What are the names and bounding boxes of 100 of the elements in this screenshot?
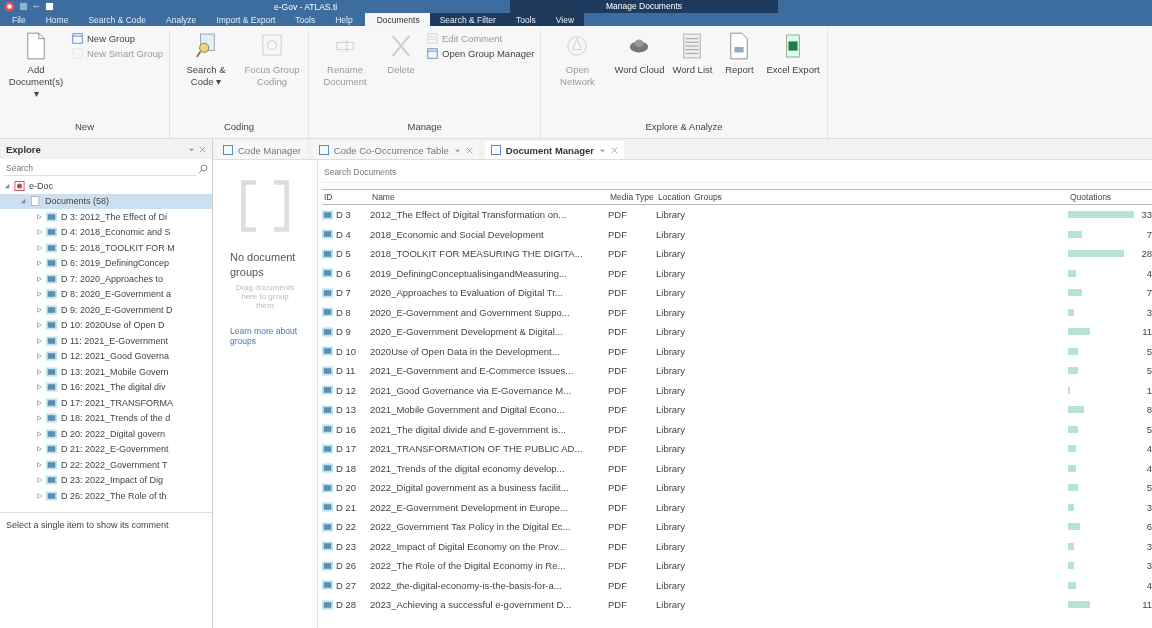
tree-item[interactable]: D 20: 2022_Digital govern bbox=[61, 428, 166, 439]
expand-arrow-icon[interactable] bbox=[36, 337, 42, 344]
expand-arrow-icon[interactable] bbox=[36, 244, 42, 251]
collapse-arrow-icon[interactable] bbox=[4, 182, 10, 189]
close-icon[interactable] bbox=[199, 145, 206, 153]
document-icon bbox=[322, 502, 333, 513]
column-header[interactable]: ID bbox=[322, 192, 370, 202]
ribbon-group-label: Coding bbox=[222, 120, 256, 134]
tree-item[interactable]: D 3: 2012_The Effect of Di bbox=[61, 211, 167, 222]
table-cell: D 5 bbox=[336, 248, 351, 260]
ribbon-button[interactable]: Search & Code ▾ bbox=[174, 30, 239, 117]
tree-item[interactable]: D 18: 2021_Trends of the d bbox=[61, 413, 171, 424]
learn-more-link[interactable]: Learn more about groups bbox=[230, 325, 300, 346]
close-icon[interactable] bbox=[465, 146, 473, 154]
ribbon-tab[interactable]: Tools bbox=[505, 13, 546, 26]
tree-item[interactable]: D 16: 2021_The digital div bbox=[61, 382, 166, 393]
table-cell-text: Library bbox=[656, 365, 687, 377]
document-tab[interactable]: Code Co-Occurrence Table bbox=[312, 141, 479, 159]
quotation-bar bbox=[1068, 484, 1078, 492]
tree-item[interactable]: D 22: 2022_Government T bbox=[61, 459, 168, 470]
expand-arrow-icon[interactable] bbox=[36, 260, 42, 267]
tree-item[interactable]: D 4: 2018_Economic and S bbox=[61, 227, 171, 238]
column-header[interactable]: Groups bbox=[692, 192, 1068, 202]
tree-item[interactable]: D 21: 2022_E-Government bbox=[61, 444, 169, 455]
expand-arrow-icon[interactable] bbox=[36, 213, 42, 220]
ribbon-tab[interactable]: Home bbox=[35, 13, 79, 26]
ribbon-tab[interactable]: Import & Export bbox=[206, 13, 286, 26]
delete-icon bbox=[390, 32, 413, 60]
table-cell-text: PDF bbox=[608, 404, 628, 416]
column-header[interactable]: Name bbox=[370, 192, 608, 202]
table-cell-text: 5 bbox=[1145, 365, 1152, 377]
ribbon-button[interactable]: Word List bbox=[669, 30, 716, 117]
expand-arrow-icon[interactable] bbox=[36, 461, 42, 468]
collapse-arrow-icon[interactable] bbox=[20, 198, 26, 205]
tree-item[interactable]: e-Doc bbox=[29, 180, 53, 191]
ribbon-button[interactable]: Report bbox=[717, 30, 762, 117]
column-header[interactable]: Quotations bbox=[1068, 192, 1152, 202]
table-cell-text: 2020_Approaches to Evaluation of Digital Tr... bbox=[370, 287, 564, 299]
expand-arrow-icon[interactable] bbox=[36, 275, 42, 282]
table-cell-text: PDF bbox=[608, 540, 628, 552]
tree-item[interactable]: D 10: 2020Use of Open D bbox=[61, 320, 165, 331]
tree-item[interactable]: D 7: 2020_Approaches to bbox=[61, 273, 164, 284]
expand-arrow-icon[interactable] bbox=[36, 399, 42, 406]
expand-arrow-icon[interactable] bbox=[36, 368, 42, 375]
close-icon[interactable] bbox=[610, 146, 618, 154]
expand-arrow-icon[interactable] bbox=[36, 477, 42, 484]
tree-item[interactable]: D 13: 2021_Mobile Govern bbox=[61, 366, 169, 377]
ribbon-tab[interactable]: View bbox=[545, 13, 585, 26]
table-cell-text: Library bbox=[656, 345, 687, 357]
tree-item[interactable]: D 26: 2022_The Role of th bbox=[61, 490, 167, 501]
table-cell-text: PDF bbox=[608, 443, 628, 455]
tree-item[interactable]: D 9: 2020_E-Government D bbox=[61, 304, 173, 315]
empty-title: No document groups bbox=[230, 250, 297, 281]
table-cell-text: Library bbox=[656, 443, 687, 455]
expand-arrow-icon[interactable] bbox=[36, 322, 42, 329]
ribbon-tab[interactable]: Analyze bbox=[156, 13, 207, 26]
column-header[interactable]: Location bbox=[656, 192, 692, 202]
ribbon-tab[interactable]: Help bbox=[325, 13, 363, 26]
expand-arrow-icon[interactable] bbox=[36, 430, 42, 437]
tree-item[interactable]: D 23: 2022_Impact of Dig bbox=[61, 475, 164, 486]
column-header[interactable]: Media Type bbox=[608, 192, 656, 202]
quotation-bar bbox=[1068, 347, 1078, 355]
ribbon-button[interactable]: Add Document(s) ▾ bbox=[4, 30, 68, 117]
ribbon-tab[interactable]: Tools bbox=[285, 13, 326, 26]
tree-item[interactable]: D 5: 2018_TOOLKIT FOR M bbox=[61, 242, 175, 253]
ribbon-tab[interactable]: Search & Filter bbox=[429, 13, 506, 26]
document-tab[interactable]: Code Manager bbox=[217, 141, 307, 159]
table-cell: D 23 bbox=[336, 540, 357, 552]
ribbon-button[interactable]: New Group bbox=[70, 32, 166, 45]
expand-arrow-icon[interactable] bbox=[36, 353, 42, 360]
ribbon-button[interactable]: Open Group Manager bbox=[425, 47, 537, 60]
ribbon-button[interactable]: Excel Export bbox=[763, 30, 823, 117]
expand-arrow-icon[interactable] bbox=[36, 306, 42, 313]
page-icon[interactable] bbox=[45, 2, 54, 11]
search-field[interactable]: Search bbox=[4, 161, 196, 176]
table-cell-text: 2022_Impact of Digital Economy on the Prov... bbox=[370, 540, 567, 552]
save-icon[interactable] bbox=[19, 2, 28, 11]
tree-item[interactable]: D 8: 2020_E-Government a bbox=[61, 289, 172, 300]
ribbon-tab[interactable]: Documents bbox=[364, 13, 430, 26]
document-tab[interactable]: Document Manager bbox=[484, 141, 624, 159]
document-icon bbox=[322, 599, 333, 610]
expand-arrow-icon[interactable] bbox=[36, 446, 42, 453]
document-icon bbox=[46, 258, 57, 269]
expand-arrow-icon[interactable] bbox=[36, 229, 42, 236]
project-icon bbox=[14, 180, 25, 191]
undo-icon[interactable] bbox=[32, 2, 41, 11]
tree-item[interactable]: D 11: 2021_E-Government bbox=[61, 335, 168, 346]
tree-item[interactable]: D 6: 2019_DefiningConcep bbox=[61, 258, 170, 269]
expand-arrow-icon[interactable] bbox=[36, 492, 42, 499]
table-cell: D 8 bbox=[336, 306, 351, 318]
tree-item[interactable]: D 17: 2021_TRANSFORMA bbox=[61, 397, 174, 408]
table-cell: D 17 bbox=[336, 443, 357, 455]
tree-item[interactable]: D 12: 2021_Good Governa bbox=[61, 351, 170, 362]
expand-arrow-icon[interactable] bbox=[36, 415, 42, 422]
window-title: e-Gov - ATLAS.ti bbox=[274, 1, 339, 12]
ribbon-button[interactable]: Word Cloud bbox=[611, 30, 668, 117]
expand-arrow-icon[interactable] bbox=[36, 291, 42, 298]
ribbon-tab[interactable]: File bbox=[0, 13, 36, 26]
ribbon-tab[interactable]: Search & Code bbox=[78, 13, 157, 26]
expand-arrow-icon[interactable] bbox=[36, 384, 42, 391]
